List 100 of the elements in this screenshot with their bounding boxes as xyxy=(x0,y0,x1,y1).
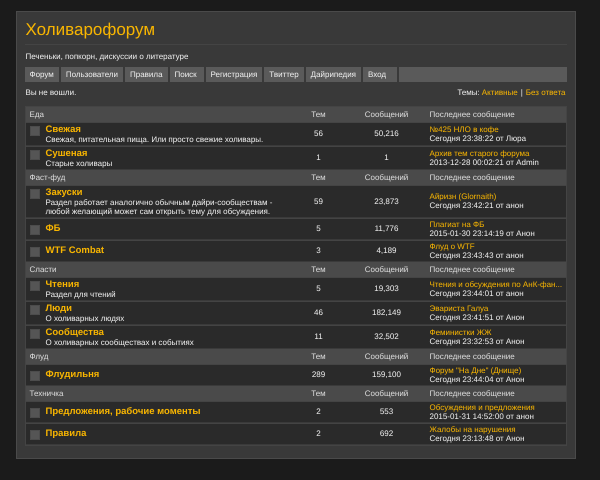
last-post-link[interactable]: Феминистки ЖЖ xyxy=(430,328,492,337)
site-title[interactable]: Холиварофорум xyxy=(24,18,566,45)
forum-name[interactable]: Закуски xyxy=(46,186,82,198)
last-post-link[interactable]: №425 НЛО в кофе xyxy=(430,124,499,134)
last-post-link[interactable]: Плагиат на ФБ xyxy=(430,220,484,229)
square-icon xyxy=(30,150,40,160)
forum-name[interactable]: Правила xyxy=(46,428,86,439)
topic-count: 59 xyxy=(313,196,324,206)
square-icon xyxy=(30,126,40,136)
column-header: Последнее сообщение xyxy=(430,388,516,398)
column-header: Сообщений xyxy=(364,388,410,398)
column-header: Тем xyxy=(310,388,327,398)
last-post-meta: 2015-01-30 23:14:19 от Анон xyxy=(430,228,536,238)
forum-name[interactable]: Сушеная xyxy=(46,148,88,159)
last-post-link[interactable]: Айризн (Glornaith) xyxy=(430,192,496,202)
nav-link[interactable]: Твиттер xyxy=(264,66,304,82)
forum-name[interactable]: Люди xyxy=(46,302,72,314)
square-icon xyxy=(30,408,40,418)
category-name: Еда xyxy=(30,110,45,120)
last-post-meta: Сегодня 23:41:51 от Анон xyxy=(430,312,526,322)
forum-description: О холиварных сообществах и событиях xyxy=(46,338,194,347)
forum-name[interactable]: Сообщества xyxy=(46,326,104,338)
square-icon xyxy=(30,188,40,199)
post-count: 692 xyxy=(378,429,394,438)
last-post-meta: Сегодня 23:43:43 от анон xyxy=(430,250,525,260)
post-count: 4,189 xyxy=(375,246,398,256)
column-header: Тем xyxy=(310,264,327,274)
last-post-link[interactable]: Архив тем старого форума xyxy=(430,148,530,158)
column-header: Сообщений xyxy=(364,264,410,274)
column-header: Последнее сообщение xyxy=(430,352,516,362)
post-count: 553 xyxy=(378,407,394,416)
nav-link[interactable]: Вход xyxy=(363,66,397,82)
topic-count: 289 xyxy=(310,370,326,380)
column-header: Тем xyxy=(310,172,327,182)
post-count: 1 xyxy=(383,153,390,162)
nav-link[interactable]: Правила xyxy=(125,66,168,82)
column-header: Последнее сообщение xyxy=(430,264,516,274)
topic-count: 2 xyxy=(315,407,322,416)
topic-count: 56 xyxy=(313,129,324,138)
post-count: 19,303 xyxy=(373,284,400,294)
nav-link[interactable]: Поиск xyxy=(170,66,204,82)
last-post-link[interactable]: Чтения и обсуждения по АнК-фан... xyxy=(430,280,562,289)
last-post-link[interactable]: Флуд о WTF xyxy=(430,242,475,251)
square-icon xyxy=(30,246,40,257)
forum-name[interactable]: ФБ xyxy=(46,222,60,234)
nav-link[interactable]: Дайрипедия xyxy=(306,66,361,82)
topic-count: 1 xyxy=(315,153,322,162)
last-post-link[interactable]: Форум "На Дне" (Днище) xyxy=(430,366,522,375)
last-post-meta: Сегодня 23:44:01 от анон xyxy=(430,288,524,298)
forum-name[interactable]: Предложения, рабочие моменты xyxy=(46,406,201,417)
square-icon xyxy=(30,280,40,291)
column-header: Сообщений xyxy=(364,110,410,120)
post-count: 32,502 xyxy=(373,332,400,342)
square-icon xyxy=(30,370,40,381)
forum-name[interactable]: Чтения xyxy=(46,278,80,290)
category-name: Фаст-фуд xyxy=(30,172,66,182)
topic-count: 2 xyxy=(315,429,322,438)
column-header: Последнее сообщение xyxy=(430,172,516,182)
column-header: Сообщений xyxy=(364,172,410,182)
category-name: Сласти xyxy=(30,264,58,274)
nav-link[interactable]: Пользователи xyxy=(60,66,124,82)
forum-description: Раздел для чтений xyxy=(46,290,116,299)
topic-count: 46 xyxy=(313,308,324,318)
topics-label: Темы: xyxy=(457,88,480,97)
forum-description: Старые холивары xyxy=(46,158,112,168)
last-post-meta: Сегодня 23:44:04 от Анон xyxy=(430,374,526,384)
topics-link[interactable]: Активные xyxy=(482,88,518,97)
last-post-meta: 2013-12-28 00:02:21 от Admin xyxy=(430,158,540,167)
last-post-link[interactable]: Обсуждения и предложения xyxy=(430,402,535,412)
last-post-meta: Сегодня 23:38:22 от Люра xyxy=(430,134,528,143)
square-icon xyxy=(30,430,40,440)
square-icon xyxy=(30,304,40,315)
forum-description: Свежая, питательная пища. Или просто свежие холивары. xyxy=(46,134,264,144)
forum-name[interactable]: Флудильня xyxy=(46,368,100,380)
topics-link[interactable]: Без ответа xyxy=(526,88,566,97)
forum-name[interactable]: WTF Combat xyxy=(46,244,104,256)
last-post-meta: 2015-01-31 14:52:00 от анон xyxy=(430,412,534,421)
square-icon xyxy=(30,328,40,339)
forum-description: Раздел работает аналогично обычным дайри-сообществам - любой желающий может сам открыть тему для обсуждения. xyxy=(46,198,274,216)
forum-name[interactable]: Свежая xyxy=(46,124,81,135)
last-post-link[interactable]: Жалобы на нарушения xyxy=(430,424,516,434)
nav-link[interactable]: Регистрация xyxy=(206,66,262,82)
last-post-meta: Сегодня 23:42:21 от анон xyxy=(430,201,525,210)
nav-link[interactable]: Форум xyxy=(24,66,59,82)
forum-description: О холиварных людях xyxy=(46,314,124,323)
category-name: Флуд xyxy=(30,352,50,362)
last-post-meta: Сегодня 23:13:48 от Анон xyxy=(430,434,526,443)
topic-count: 3 xyxy=(315,246,322,256)
post-count: 50,216 xyxy=(373,129,400,138)
square-icon xyxy=(30,224,40,235)
last-post-link[interactable]: Эвариста Галуа xyxy=(430,304,488,313)
post-count: 23,873 xyxy=(373,196,400,206)
column-header: Тем xyxy=(310,352,327,362)
login-status: Вы не вошли. xyxy=(26,88,76,97)
column-header: Тем xyxy=(310,110,327,120)
last-post-meta: Сегодня 23:32:53 от Анон xyxy=(430,336,526,346)
separator: | xyxy=(520,88,524,97)
column-header: Последнее сообщение xyxy=(430,110,516,120)
topic-count: 11 xyxy=(313,332,324,342)
post-count: 182,149 xyxy=(371,308,402,318)
